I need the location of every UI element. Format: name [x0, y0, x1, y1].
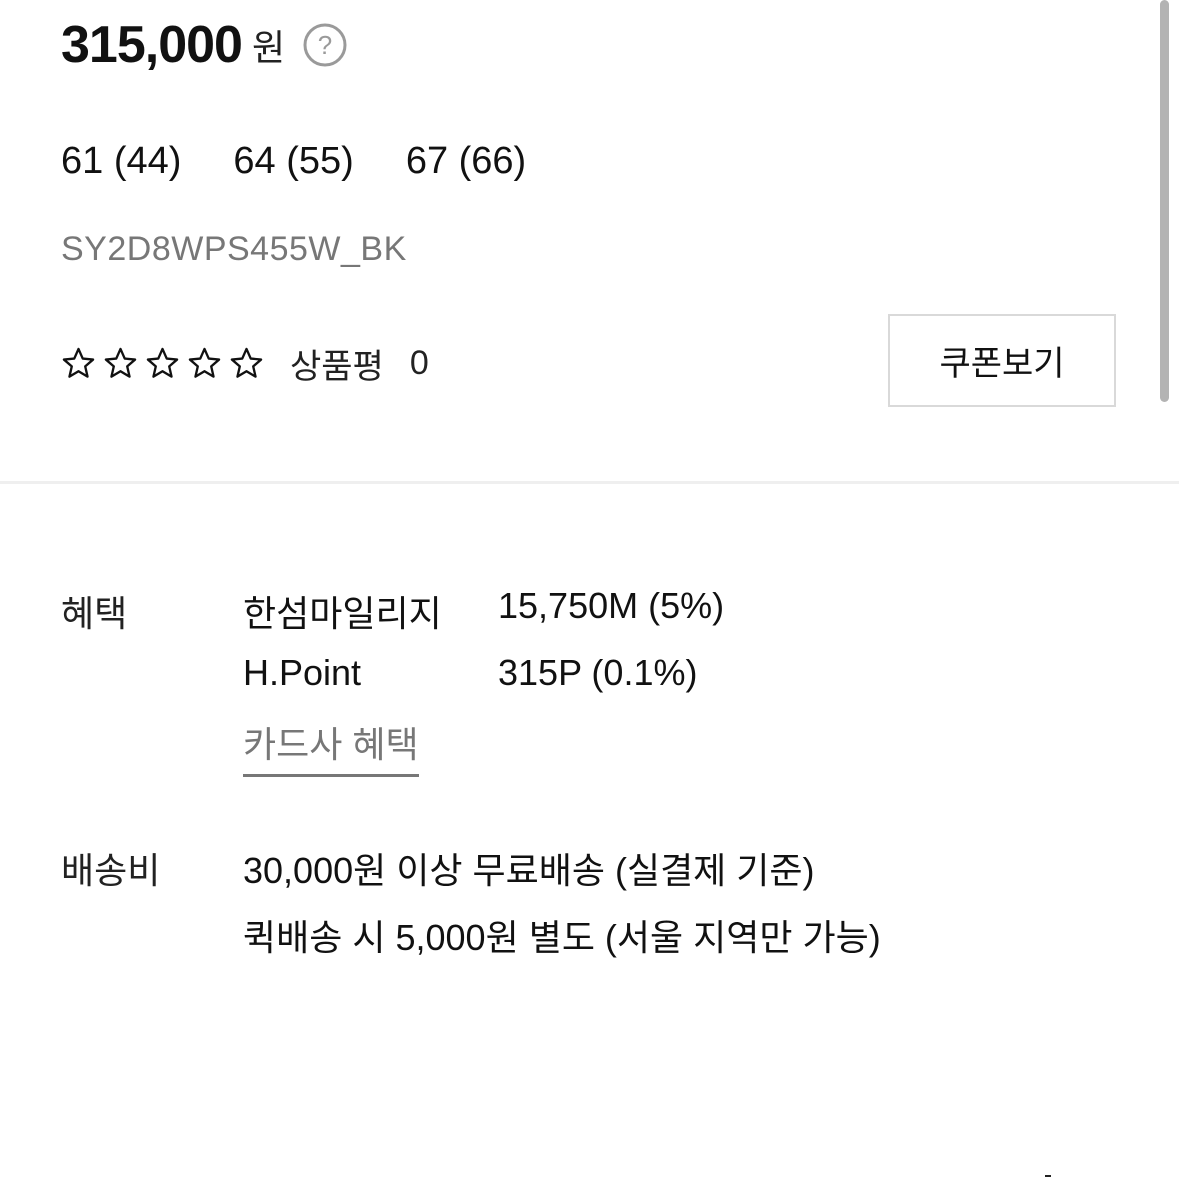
size-option[interactable]: 61 (44) — [61, 140, 181, 183]
product-code: SY2D8WPS455W_BK — [61, 230, 407, 268]
price-row: 315,000 원 ? — [61, 10, 347, 80]
benefits-label: 혜택 — [61, 593, 128, 634]
benefit-name: H.Point — [243, 652, 362, 693]
benefit-value: 15,750M (5%) — [498, 585, 725, 626]
svg-text:?: ? — [318, 30, 332, 60]
review-count: 0 — [409, 343, 429, 382]
card-benefit-link[interactable]: 카드사 혜택 — [243, 716, 419, 777]
shipping-line: 퀵배송 시 5,000원 별도 (서울 지역만 가능) — [243, 917, 881, 958]
shipping-label: 배송비 — [61, 850, 161, 891]
size-option[interactable]: 64 (55) — [233, 140, 353, 183]
rating-row: 상품평 0 — [61, 338, 429, 388]
star-outline-icon — [188, 347, 221, 378]
review-label[interactable]: 상품평 — [290, 339, 384, 388]
size-option[interactable]: 67 (66) — [406, 140, 526, 183]
size-options: 61 (44) 64 (55) 67 (66) — [61, 140, 526, 183]
star-outline-icon — [146, 347, 179, 378]
rating-stars — [61, 346, 264, 381]
price-value: 315,000 — [61, 16, 243, 74]
question-circle-icon[interactable]: ? — [303, 23, 347, 67]
corner-mark — [1045, 1175, 1051, 1177]
shipping-line: 30,000원 이상 무료배송 (실결제 기준) — [243, 850, 815, 891]
star-outline-icon — [62, 347, 95, 378]
benefit-name: 한섬마일리지 — [243, 593, 442, 634]
benefit-value: 315P (0.1%) — [498, 652, 698, 693]
price-unit: 원 — [251, 27, 286, 68]
scrollbar[interactable] — [1160, 0, 1169, 402]
star-outline-icon — [104, 347, 137, 378]
section-divider — [0, 481, 1179, 484]
star-outline-icon — [230, 347, 263, 378]
coupon-button[interactable]: 쿠폰보기 — [888, 314, 1116, 407]
